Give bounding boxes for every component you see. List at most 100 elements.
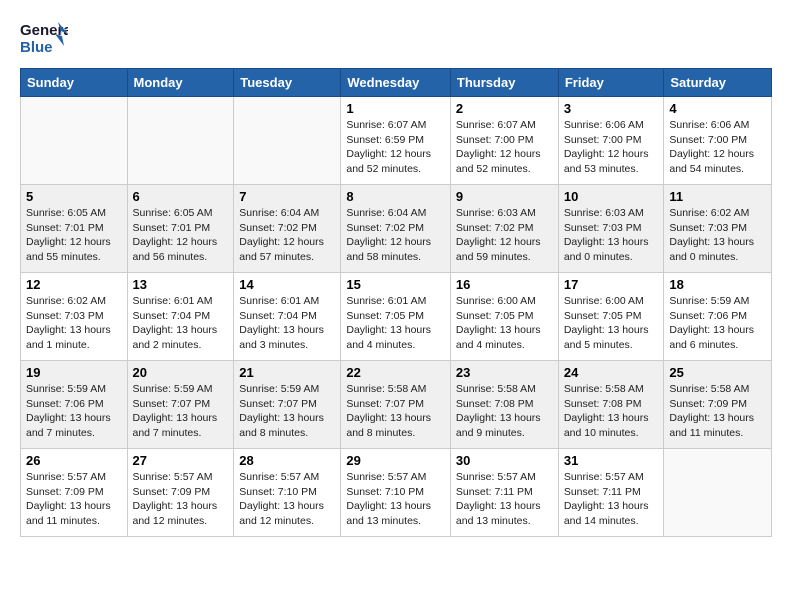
calendar-cell: 4 Sunrise: 6:06 AM Sunset: 7:00 PM Daylig… xyxy=(664,97,772,185)
calendar-cell xyxy=(234,97,341,185)
day-number: 31 xyxy=(564,453,659,468)
calendar-cell: 11 Sunrise: 6:02 AM Sunset: 7:03 PM Dayli… xyxy=(664,185,772,273)
day-info: Sunrise: 5:58 AM Sunset: 7:09 PM Dayligh… xyxy=(669,382,766,441)
calendar-cell: 19Sunrise: 5:59 AM Sunset: 7:06 PM Dayli… xyxy=(21,361,128,449)
calendar-cell: 22 Sunrise: 5:58 AM Sunset: 7:07 PM Dayli… xyxy=(341,361,451,449)
day-info: Sunrise: 6:04 AM Sunset: 7:02 PM Dayligh… xyxy=(239,206,335,265)
day-info: Sunrise: 6:07 AM Sunset: 6:59 PM Dayligh… xyxy=(346,118,445,177)
day-info: Sunrise: 6:01 AM Sunset: 7:05 PM Dayligh… xyxy=(346,294,445,353)
calendar-cell: 13 Sunrise: 6:01 AM Sunset: 7:04 PM Dayli… xyxy=(127,273,234,361)
day-number: 19 xyxy=(26,365,122,380)
day-number: 26 xyxy=(26,453,122,468)
calendar-cell: 31 Sunrise: 5:57 AM Sunset: 7:11 PM Dayli… xyxy=(558,449,664,537)
day-info: Sunrise: 5:57 AM Sunset: 7:11 PM Dayligh… xyxy=(456,470,553,529)
day-info: Sunrise: 5:59 AM Sunset: 7:07 PM Dayligh… xyxy=(133,382,229,441)
day-number: 17 xyxy=(564,277,659,292)
calendar-cell: 26 Sunrise: 5:57 AM Sunset: 7:09 PM Dayli… xyxy=(21,449,128,537)
header-sunday: Sunday xyxy=(21,69,128,97)
day-info: Sunrise: 5:58 AM Sunset: 7:08 PM Dayligh… xyxy=(564,382,659,441)
day-number: 6 xyxy=(133,189,229,204)
calendar-week-1: 1 Sunrise: 6:07 AM Sunset: 6:59 PM Daylig… xyxy=(21,97,772,185)
header-tuesday: Tuesday xyxy=(234,69,341,97)
day-info: Sunrise: 6:00 AM Sunset: 7:05 PM Dayligh… xyxy=(456,294,553,353)
calendar-cell: 10 Sunrise: 6:03 AM Sunset: 7:03 PM Dayli… xyxy=(558,185,664,273)
day-info: Sunrise: 5:58 AM Sunset: 7:07 PM Dayligh… xyxy=(346,382,445,441)
day-number: 27 xyxy=(133,453,229,468)
calendar-cell: 5Sunrise: 6:05 AM Sunset: 7:01 PM Daylig… xyxy=(21,185,128,273)
calendar-cell: 17Sunrise: 6:00 AM Sunset: 7:05 PM Dayli… xyxy=(558,273,664,361)
logo-svg: GeneralBlue xyxy=(20,20,68,58)
day-info: Sunrise: 6:01 AM Sunset: 7:04 PM Dayligh… xyxy=(133,294,229,353)
calendar-cell: 9Sunrise: 6:03 AM Sunset: 7:02 PM Daylig… xyxy=(450,185,558,273)
day-info: Sunrise: 6:05 AM Sunset: 7:01 PM Dayligh… xyxy=(26,206,122,265)
calendar-cell: 15Sunrise: 6:01 AM Sunset: 7:05 PM Dayli… xyxy=(341,273,451,361)
day-info: Sunrise: 5:57 AM Sunset: 7:10 PM Dayligh… xyxy=(346,470,445,529)
day-number: 22 xyxy=(346,365,445,380)
day-info: Sunrise: 5:59 AM Sunset: 7:06 PM Dayligh… xyxy=(669,294,766,353)
page-header: GeneralBlue xyxy=(20,20,772,58)
calendar-cell xyxy=(21,97,128,185)
day-number: 7 xyxy=(239,189,335,204)
day-number: 4 xyxy=(669,101,766,116)
calendar-cell: 16 Sunrise: 6:00 AM Sunset: 7:05 PM Dayli… xyxy=(450,273,558,361)
calendar-cell xyxy=(127,97,234,185)
calendar-cell: 20Sunrise: 5:59 AM Sunset: 7:07 PM Dayli… xyxy=(127,361,234,449)
day-info: Sunrise: 6:07 AM Sunset: 7:00 PM Dayligh… xyxy=(456,118,553,177)
calendar-week-5: 26 Sunrise: 5:57 AM Sunset: 7:09 PM Dayli… xyxy=(21,449,772,537)
calendar-cell: 8 Sunrise: 6:04 AM Sunset: 7:02 PM Daylig… xyxy=(341,185,451,273)
day-number: 8 xyxy=(346,189,445,204)
calendar-cell: 18 Sunrise: 5:59 AM Sunset: 7:06 PM Dayli… xyxy=(664,273,772,361)
calendar-cell: 1 Sunrise: 6:07 AM Sunset: 6:59 PM Daylig… xyxy=(341,97,451,185)
calendar-header-row: SundayMondayTuesdayWednesdayThursdayFrid… xyxy=(21,69,772,97)
day-info: Sunrise: 6:06 AM Sunset: 7:00 PM Dayligh… xyxy=(669,118,766,177)
day-number: 10 xyxy=(564,189,659,204)
day-number: 1 xyxy=(346,101,445,116)
calendar-cell: 27 Sunrise: 5:57 AM Sunset: 7:09 PM Dayli… xyxy=(127,449,234,537)
calendar-cell: 12 Sunrise: 6:02 AM Sunset: 7:03 PM Dayli… xyxy=(21,273,128,361)
day-number: 21 xyxy=(239,365,335,380)
day-number: 24 xyxy=(564,365,659,380)
day-info: Sunrise: 6:05 AM Sunset: 7:01 PM Dayligh… xyxy=(133,206,229,265)
day-number: 12 xyxy=(26,277,122,292)
header-monday: Monday xyxy=(127,69,234,97)
svg-text:Blue: Blue xyxy=(20,39,53,56)
calendar-cell xyxy=(664,449,772,537)
day-number: 28 xyxy=(239,453,335,468)
day-info: Sunrise: 5:57 AM Sunset: 7:11 PM Dayligh… xyxy=(564,470,659,529)
calendar-cell: 30 Sunrise: 5:57 AM Sunset: 7:11 PM Dayli… xyxy=(450,449,558,537)
day-info: Sunrise: 6:06 AM Sunset: 7:00 PM Dayligh… xyxy=(564,118,659,177)
day-info: Sunrise: 6:04 AM Sunset: 7:02 PM Dayligh… xyxy=(346,206,445,265)
calendar-week-2: 5Sunrise: 6:05 AM Sunset: 7:01 PM Daylig… xyxy=(21,185,772,273)
day-info: Sunrise: 6:02 AM Sunset: 7:03 PM Dayligh… xyxy=(26,294,122,353)
day-number: 9 xyxy=(456,189,553,204)
day-number: 30 xyxy=(456,453,553,468)
header-saturday: Saturday xyxy=(664,69,772,97)
header-friday: Friday xyxy=(558,69,664,97)
calendar-cell: 21Sunrise: 5:59 AM Sunset: 7:07 PM Dayli… xyxy=(234,361,341,449)
calendar-cell: 25Sunrise: 5:58 AM Sunset: 7:09 PM Dayli… xyxy=(664,361,772,449)
calendar-cell: 28 Sunrise: 5:57 AM Sunset: 7:10 PM Dayli… xyxy=(234,449,341,537)
day-number: 16 xyxy=(456,277,553,292)
day-number: 29 xyxy=(346,453,445,468)
day-info: Sunrise: 6:01 AM Sunset: 7:04 PM Dayligh… xyxy=(239,294,335,353)
header-wednesday: Wednesday xyxy=(341,69,451,97)
header-thursday: Thursday xyxy=(450,69,558,97)
calendar-week-3: 12 Sunrise: 6:02 AM Sunset: 7:03 PM Dayli… xyxy=(21,273,772,361)
day-number: 11 xyxy=(669,189,766,204)
calendar-cell: 14Sunrise: 6:01 AM Sunset: 7:04 PM Dayli… xyxy=(234,273,341,361)
day-info: Sunrise: 5:57 AM Sunset: 7:10 PM Dayligh… xyxy=(239,470,335,529)
calendar-week-4: 19Sunrise: 5:59 AM Sunset: 7:06 PM Dayli… xyxy=(21,361,772,449)
day-info: Sunrise: 6:02 AM Sunset: 7:03 PM Dayligh… xyxy=(669,206,766,265)
day-number: 2 xyxy=(456,101,553,116)
day-number: 18 xyxy=(669,277,766,292)
day-info: Sunrise: 6:03 AM Sunset: 7:03 PM Dayligh… xyxy=(564,206,659,265)
day-info: Sunrise: 5:57 AM Sunset: 7:09 PM Dayligh… xyxy=(133,470,229,529)
day-info: Sunrise: 5:57 AM Sunset: 7:09 PM Dayligh… xyxy=(26,470,122,529)
calendar-cell: 6 Sunrise: 6:05 AM Sunset: 7:01 PM Daylig… xyxy=(127,185,234,273)
day-number: 3 xyxy=(564,101,659,116)
calendar-cell: 29 Sunrise: 5:57 AM Sunset: 7:10 PM Dayli… xyxy=(341,449,451,537)
day-number: 13 xyxy=(133,277,229,292)
calendar-cell: 7 Sunrise: 6:04 AM Sunset: 7:02 PM Daylig… xyxy=(234,185,341,273)
calendar-cell: 23Sunrise: 5:58 AM Sunset: 7:08 PM Dayli… xyxy=(450,361,558,449)
calendar-cell: 2 Sunrise: 6:07 AM Sunset: 7:00 PM Daylig… xyxy=(450,97,558,185)
